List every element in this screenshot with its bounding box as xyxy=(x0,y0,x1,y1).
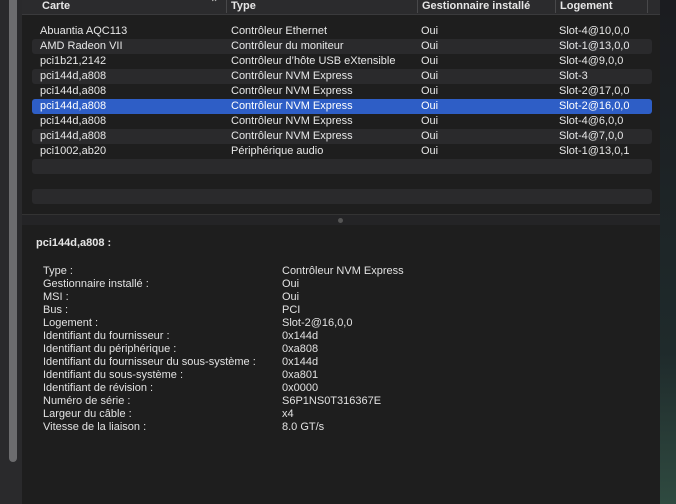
detail-key: Identifiant de révision : xyxy=(43,382,154,394)
detail-key: Identifiant du sous-système : xyxy=(43,369,184,381)
detail-value: 0x144d xyxy=(282,330,319,342)
cell-carte: pci144d,a808 xyxy=(40,100,107,112)
cell-gestionnaire: Oui xyxy=(421,85,439,97)
cell-type: Contrôleur NVM Express xyxy=(231,70,353,82)
details-panel: pci144d,a808 : Type : Contrôleur NVM Expr… xyxy=(22,225,660,504)
detail-value: 0xa808 xyxy=(282,343,319,355)
detail-key: Type : xyxy=(43,265,73,277)
cell-gestionnaire: Oui xyxy=(421,55,439,67)
cell-gestionnaire: Oui xyxy=(421,115,439,127)
detail-value: x4 xyxy=(282,408,294,420)
table-header: Carte ⌃ Type Gestionnaire installé Logem… xyxy=(22,0,660,15)
cell-logement: Slot-1@13,0,0 xyxy=(559,40,630,52)
detail-key: Logement : xyxy=(43,317,99,329)
cell-logement: Slot-4@10,0,0 xyxy=(559,25,630,37)
cell-gestionnaire: Oui xyxy=(421,70,439,82)
table-row[interactable]: Abuantia AQC113 Contrôleur Ethernet Oui Slo… xyxy=(32,24,652,39)
detail-value: 0xa801 xyxy=(282,369,319,381)
detail-value: Oui xyxy=(282,278,300,290)
column-header-carte[interactable]: Carte xyxy=(42,0,70,13)
cell-logement: Slot-2@17,0,0 xyxy=(559,85,630,97)
detail-key: Identifiant du fournisseur : xyxy=(43,330,170,342)
cell-logement: Slot-3 xyxy=(559,70,588,82)
table-row[interactable]: AMD Radeon VII Contrôleur du moniteur Oui S… xyxy=(32,39,652,54)
cell-logement: Slot-1@13,0,1 xyxy=(559,145,630,157)
table-row[interactable]: pci144d,a808 Contrôleur NVM Express Oui Slo… xyxy=(32,84,652,99)
cell-type: Contrôleur NVM Express xyxy=(231,85,353,97)
detail-key: Gestionnaire installé : xyxy=(43,278,149,290)
cell-logement: Slot-4@6,0,0 xyxy=(559,115,624,127)
cell-carte: pci1b21,2142 xyxy=(40,55,107,67)
detail-value: Contrôleur NVM Express xyxy=(282,265,404,277)
cell-gestionnaire: Oui xyxy=(421,40,439,52)
cell-gestionnaire: Oui xyxy=(421,100,439,112)
detail-value: S6P1NS0T316367E xyxy=(282,395,382,407)
detail-key: Largeur du câble : xyxy=(43,408,132,420)
cell-type: Contrôleur NVM Express xyxy=(231,100,353,112)
cell-type: Contrôleur NVM Express xyxy=(231,130,353,142)
detail-value: Oui xyxy=(282,291,300,303)
detail-value: 0x144d xyxy=(282,356,319,368)
sidebar xyxy=(0,0,22,504)
devices-table: Abuantia AQC113 Contrôleur Ethernet Oui Slo… xyxy=(32,24,652,204)
cell-gestionnaire: Oui xyxy=(421,25,439,37)
table-row[interactable]: pci1b21,2142 Contrôleur d’hôte USB eXtens… xyxy=(32,54,652,69)
cell-gestionnaire: Oui xyxy=(421,145,439,157)
detail-key: Identifiant du périphérique : xyxy=(43,343,177,355)
table-row[interactable]: pci144d,a808 Contrôleur NVM Express Oui Slo… xyxy=(32,114,652,129)
cell-logement: Slot-2@16,0,0 xyxy=(559,100,630,112)
table-row[interactable]: pci144d,a808 Contrôleur NVM Express Oui Slo… xyxy=(32,129,652,144)
column-header-label: Type xyxy=(231,0,256,12)
detail-value: 8.0 GT/s xyxy=(282,421,325,433)
cell-carte: pci144d,a808 xyxy=(40,115,107,127)
detail-key: Bus : xyxy=(43,304,69,316)
column-header-type[interactable]: Type xyxy=(226,0,256,13)
drag-handle-icon[interactable] xyxy=(338,218,343,223)
table-row[interactable]: pci144d,a808 Contrôleur NVM Express Oui Slo… xyxy=(32,99,652,114)
desktop-background xyxy=(660,0,676,504)
column-header-label: Gestionnaire installé xyxy=(422,0,531,12)
cell-gestionnaire: Oui xyxy=(421,130,439,142)
empty-row xyxy=(32,159,652,174)
cell-type: Périphérique audio xyxy=(231,145,324,157)
column-header-label: Logement xyxy=(560,0,613,12)
detail-key: MSI : xyxy=(43,291,69,303)
detail-value: 0x0000 xyxy=(282,382,319,394)
cell-type: Contrôleur Ethernet xyxy=(231,25,327,37)
table-row[interactable]: pci1002,ab20 Périphérique audio Oui Slot-1@… xyxy=(32,144,652,159)
cell-carte: Abuantia AQC113 xyxy=(40,25,128,37)
cell-carte: pci1002,ab20 xyxy=(40,145,107,157)
empty-row xyxy=(32,174,652,189)
cell-logement: Slot-4@7,0,0 xyxy=(559,130,624,142)
main-panel: Carte ⌃ Type Gestionnaire installé Logem… xyxy=(22,0,660,504)
cell-type: Contrôleur NVM Express xyxy=(231,115,353,127)
column-header-logement[interactable]: Logement xyxy=(555,0,613,13)
detail-value: Slot-2@16,0,0 xyxy=(282,317,353,329)
column-header-label: Carte xyxy=(42,0,71,12)
cell-type: Contrôleur d’hôte USB eXtensible xyxy=(231,55,396,67)
cell-type: Contrôleur du moniteur xyxy=(231,40,344,52)
empty-row xyxy=(32,189,652,204)
detail-value: PCI xyxy=(282,304,301,316)
detail-key: Identifiant du fournisseur du sous-systè… xyxy=(43,356,256,368)
cell-carte: pci144d,a808 xyxy=(40,70,107,82)
detail-key: Numéro de série : xyxy=(43,395,131,407)
table-row[interactable]: pci144d,a808 Contrôleur NVM Express Oui Slo… xyxy=(32,69,652,84)
chevron-up-icon[interactable]: ⌃ xyxy=(210,0,218,9)
cell-carte: AMD Radeon VII xyxy=(40,40,123,52)
sidebar-scrollbar[interactable] xyxy=(9,0,17,462)
cell-carte: pci144d,a808 xyxy=(40,85,107,97)
details-title: pci144d,a808 : xyxy=(36,237,112,249)
cell-carte: pci144d,a808 xyxy=(40,130,107,142)
detail-key: Vitesse de la liaison : xyxy=(43,421,147,433)
column-header-gestionnaire[interactable]: Gestionnaire installé xyxy=(417,0,530,13)
cell-logement: Slot-4@9,0,0 xyxy=(559,55,624,67)
